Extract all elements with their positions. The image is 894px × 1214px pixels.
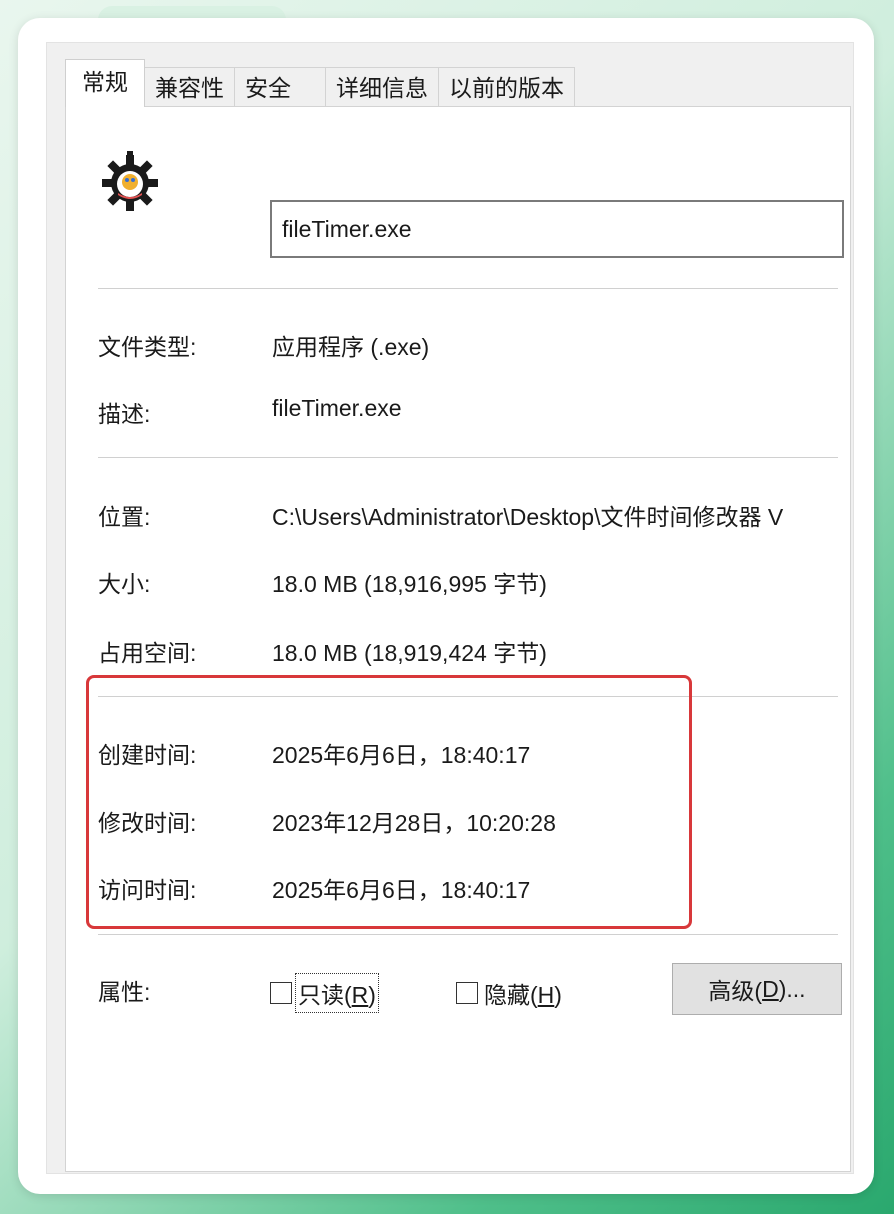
readonly-checkbox[interactable]: 只读(R) [270, 973, 379, 1013]
checkbox-box[interactable] [456, 982, 478, 1004]
modified-value: 2023年12月28日，10:20:28 [272, 810, 556, 836]
separator [98, 696, 838, 697]
size-value: 18.0 MB (18,916,995 字节) [272, 571, 547, 597]
accessed-value: 2025年6月6日，18:40:17 [272, 877, 531, 903]
accessed-label: 访问时间: [98, 877, 197, 903]
created-value: 2025年6月6日，18:40:17 [272, 742, 531, 768]
advanced-button[interactable]: 高级(D)... [672, 963, 842, 1015]
location-value: C:\Users\Administrator\Desktop\文件时间修改器 V [272, 504, 784, 530]
file-type-label: 文件类型: [98, 334, 197, 360]
checkbox-box[interactable] [270, 982, 292, 1004]
separator [98, 288, 838, 289]
location-label: 位置: [98, 504, 151, 530]
attributes-label: 属性: [98, 979, 151, 1005]
tab-security[interactable]: 安全 [234, 67, 326, 107]
size-label: 大小: [98, 571, 151, 597]
created-label: 创建时间: [98, 742, 197, 768]
modified-label: 修改时间: [98, 810, 197, 836]
file-name-input[interactable] [270, 200, 844, 258]
description-label: 描述: [98, 401, 151, 427]
file-type-value: 应用程序 (.exe) [272, 334, 430, 360]
description-value: fileTimer.exe [272, 395, 402, 421]
separator [98, 934, 838, 935]
size-on-disk-value: 18.0 MB (18,919,424 字节) [272, 640, 547, 666]
size-on-disk-label: 占用空间: [98, 640, 197, 666]
hidden-checkbox[interactable]: 隐藏(H) [456, 976, 562, 1010]
screenshot-card: 常规 兼容性 安全 详细信息 以前的版本 fileTimer.exe 文件类型:… [18, 18, 874, 1194]
tab-general[interactable]: 常规 [65, 59, 145, 107]
properties-dialog: 常规 兼容性 安全 详细信息 以前的版本 fileTimer.exe 文件类型:… [46, 42, 854, 1174]
separator [98, 457, 838, 458]
tab-bar: 常规 兼容性 安全 详细信息 以前的版本 [65, 59, 575, 107]
tab-previous-versions[interactable]: 以前的版本 [438, 67, 575, 107]
readonly-label[interactable]: 只读(R) [295, 973, 379, 1013]
hidden-label[interactable]: 隐藏(H) [484, 976, 562, 1010]
gear-icon [102, 151, 158, 211]
tab-details[interactable]: 详细信息 [325, 67, 439, 107]
tab-compatibility[interactable]: 兼容性 [144, 67, 235, 107]
general-panel: 文件类型: 应用程序 (.exe) 描述: fileTimer.exe 位置: … [65, 106, 851, 1172]
